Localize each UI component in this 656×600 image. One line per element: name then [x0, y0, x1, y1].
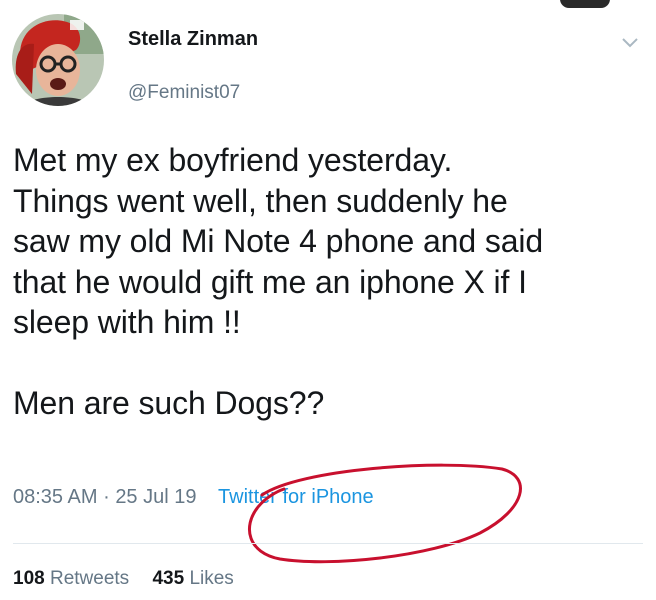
tweet-source-link[interactable]: Twitter for iPhone: [218, 486, 374, 508]
retweets-label: Retweets: [49, 568, 130, 589]
tweet-line: that he would gift me an iphone X if I: [13, 263, 527, 300]
tweet-line: Things went well, then suddenly he: [13, 182, 508, 219]
user-handle[interactable]: @Feminist07: [128, 82, 240, 104]
retweets-count: 108: [13, 568, 45, 589]
tweet-line: Men are such Dogs??: [13, 384, 325, 421]
chevron-down-icon[interactable]: [620, 36, 640, 50]
avatar-image: [12, 14, 104, 106]
tweet-text: Met my ex boyfriend yesterday. Things we…: [13, 140, 653, 423]
retweets-stat[interactable]: 108 Retweets: [13, 568, 134, 589]
user-name[interactable]: Stella Zinman: [128, 28, 258, 51]
tweet-line: Met my ex boyfriend yesterday.: [13, 142, 453, 178]
likes-count: 435: [152, 568, 185, 589]
tweet-date[interactable]: 25 Jul 19: [115, 486, 196, 508]
tweet-line: saw my old Mi Note 4 phone and said: [13, 223, 544, 259]
corner-artifact: [560, 0, 610, 8]
tweet-stats: 108 Retweets 435 Likes: [13, 568, 234, 590]
divider: [13, 543, 643, 544]
likes-label: Likes: [189, 568, 234, 589]
meta-separator: ·: [103, 486, 110, 508]
annotation-circle: [248, 463, 522, 564]
tweet-line: sleep with him !!: [13, 304, 241, 340]
avatar[interactable]: [12, 14, 104, 106]
tweet-meta: 08:35 AM · 25 Jul 19 Twitter for iPhone: [13, 486, 374, 509]
likes-stat[interactable]: 435 Likes: [152, 568, 233, 589]
tweet-time[interactable]: 08:35 AM: [13, 486, 98, 508]
tweet-card: Stella Zinman @Feminist07 Met my ex boyf…: [0, 0, 656, 600]
